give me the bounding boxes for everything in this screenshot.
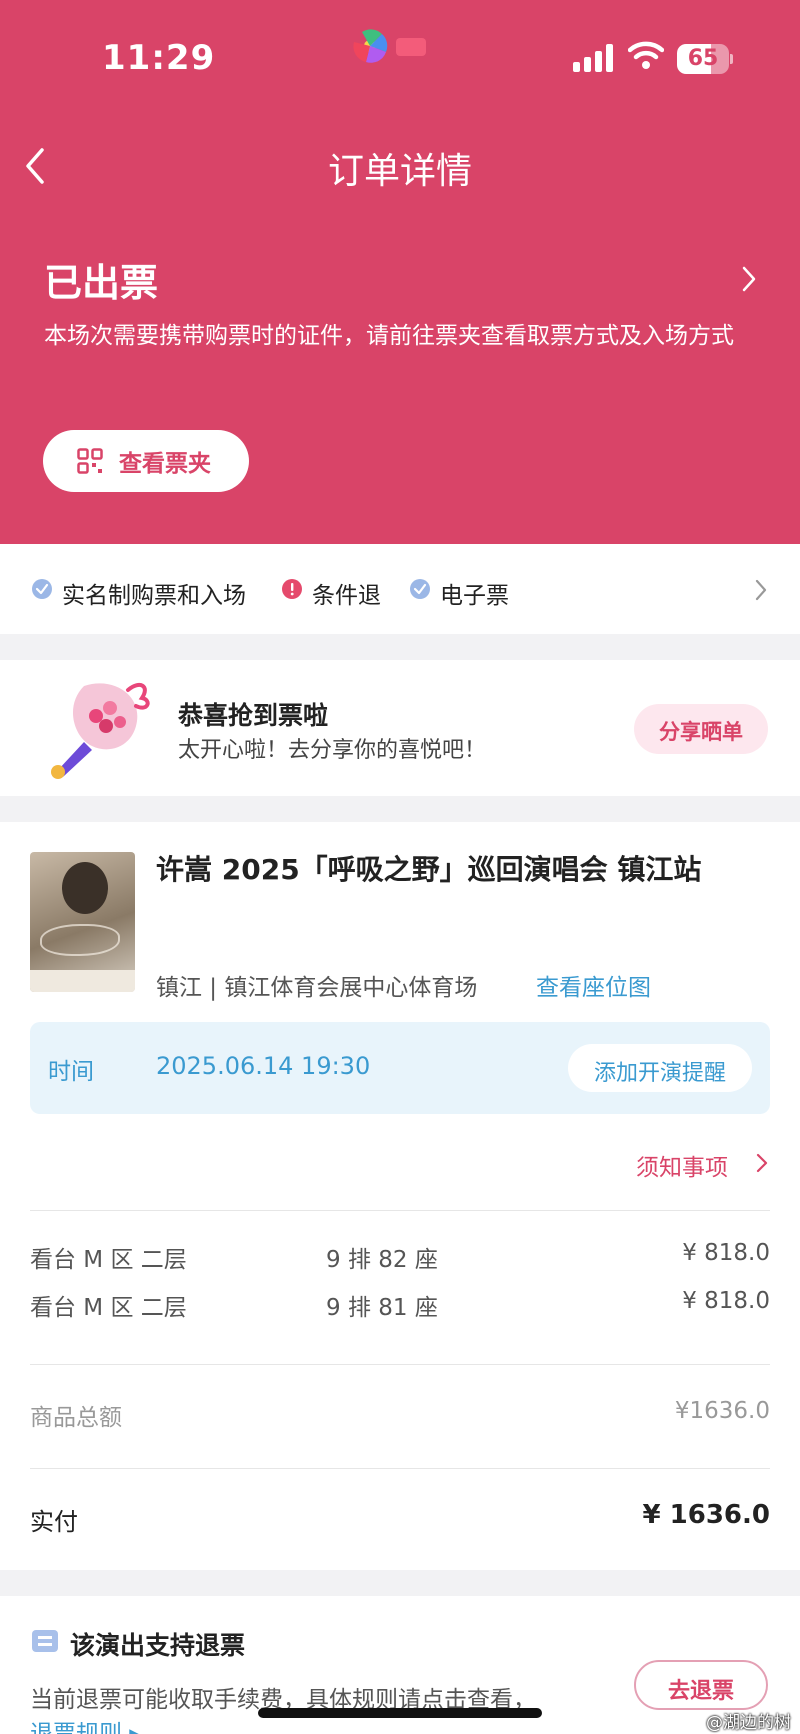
ticket-area: 看台 M 区 二层	[30, 1295, 187, 1321]
goods-total-value: ¥1636.0	[674, 1398, 770, 1424]
status-time: 11:29	[102, 38, 216, 78]
refund-title: 该演出支持退票	[70, 1631, 246, 1660]
view-ticket-folder-label: 查看票夹	[119, 451, 211, 477]
alert-icon	[282, 579, 302, 599]
refund-button-label: 去退票	[667, 1679, 734, 1704]
wifi-icon	[628, 41, 664, 69]
ticket-price: ¥ 818.0	[682, 1240, 770, 1266]
check-icon	[410, 579, 430, 599]
chevron-right-icon	[756, 1153, 768, 1173]
order-status-title: 已出票	[44, 261, 159, 305]
notice-link[interactable]: 须知事项	[636, 1148, 728, 1182]
chevron-right-icon	[742, 266, 756, 292]
ticket-seat: 9 排 81 座	[326, 1295, 438, 1321]
divider	[30, 1468, 770, 1469]
order-detail-card: 许嵩 2025「呼吸之野」巡回演唱会 镇江站 镇江 | 镇江体育会展中心体育场 …	[0, 822, 800, 1570]
light-stick-illustration-icon	[51, 682, 150, 779]
ticket-seat: 9 排 82 座	[326, 1247, 438, 1273]
time-label: 时间	[48, 1059, 94, 1085]
tag-label: 条件退	[312, 583, 381, 609]
ticket-area: 看台 M 区 二层	[30, 1247, 187, 1273]
ticket-icon	[32, 1630, 58, 1652]
show-time-box: 时间 2025.06.14 19:30 添加开演提醒	[30, 1022, 770, 1114]
goods-total-label: 商品总额	[30, 1405, 122, 1431]
refund-button[interactable]: 去退票	[634, 1660, 768, 1710]
promo-title: 恭喜抢到票啦	[178, 701, 329, 730]
show-title: 许嵩 2025「呼吸之野」巡回演唱会 镇江站	[156, 853, 702, 886]
seat-map-link[interactable]: 查看座位图	[536, 968, 651, 1002]
ticket-row: 看台 M 区 二层 9 排 81 座 ¥ 818.0	[30, 1288, 770, 1324]
header: 11:29 65 订单详情 已出票 本场次需要携带购票时的证件，请前往票夹查看取…	[0, 0, 800, 544]
qr-code-icon	[77, 448, 103, 474]
show-venue: 镇江 | 镇江体育会展中心体育场	[156, 975, 478, 1001]
paid-value: ¥ 1636.0	[642, 1500, 770, 1530]
battery-icon: 65	[677, 44, 733, 74]
promo-subtitle: 太开心啦！去分享你的喜悦吧！	[178, 738, 487, 763]
chevron-right-icon	[755, 579, 767, 601]
show-poster[interactable]	[30, 852, 135, 992]
paid-label: 实付	[30, 1508, 78, 1536]
home-indicator	[258, 1708, 542, 1718]
divider	[30, 1364, 770, 1365]
ticket-tags-bar[interactable]: 实名制购票和入场 条件退 电子票	[0, 544, 800, 634]
share-button[interactable]: 分享晒单	[634, 704, 768, 754]
ticket-row: 看台 M 区 二层 9 排 82 座 ¥ 818.0	[30, 1240, 770, 1276]
tag-label: 实名制购票和入场	[62, 583, 246, 609]
page-title: 订单详情	[327, 151, 472, 192]
share-button-label: 分享晒单	[659, 720, 743, 744]
add-reminder-label: 添加开演提醒	[593, 1061, 726, 1086]
order-status-row[interactable]: 已出票	[0, 248, 800, 308]
order-status-description: 本场次需要携带购票时的证件，请前往票夹查看取票方式及入场方式	[44, 323, 734, 349]
signal-icon	[573, 44, 613, 72]
time-value: 2025.06.14 19:30	[156, 1052, 371, 1080]
check-icon	[32, 579, 52, 599]
ticket-price: ¥ 818.0	[682, 1288, 770, 1314]
battery-level: 65	[687, 46, 719, 71]
app-logo-icon	[353, 29, 426, 63]
divider	[30, 1210, 770, 1211]
refund-rules-link[interactable]: 退票规则 ▸	[30, 1714, 141, 1734]
watermark: @湖边的树	[706, 1713, 791, 1733]
add-reminder-button[interactable]: 添加开演提醒	[568, 1044, 752, 1092]
share-promo-card: 恭喜抢到票啦 太开心啦！去分享你的喜悦吧！ 分享晒单	[0, 660, 800, 796]
tag-label: 电子票	[440, 583, 509, 609]
view-ticket-folder-button[interactable]: 查看票夹	[43, 430, 249, 492]
